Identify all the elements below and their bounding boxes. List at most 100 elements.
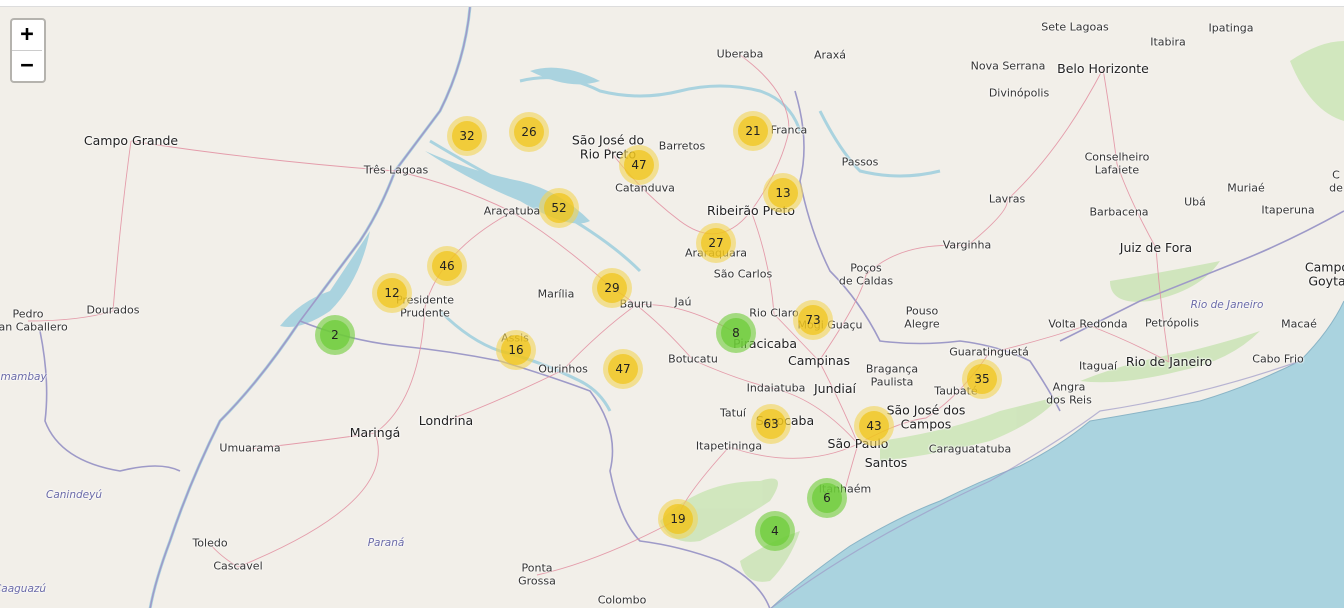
marker-cluster[interactable]: 6 xyxy=(807,478,847,518)
city-label: Sete Lagoas xyxy=(1041,20,1109,34)
city-label: Tatuí xyxy=(720,406,746,420)
cluster-count: 29 xyxy=(597,273,627,303)
city-label: Itaperuna xyxy=(1261,203,1315,217)
cluster-count: 27 xyxy=(701,228,731,258)
cluster-count: 4 xyxy=(760,516,790,546)
city-label: Petrópolis xyxy=(1145,316,1199,330)
cluster-count: 13 xyxy=(768,178,798,208)
city-label: Araxá xyxy=(813,48,847,62)
marker-cluster[interactable]: 2 xyxy=(315,315,355,355)
city-label: Angra dos Reis xyxy=(1046,380,1092,406)
region-label: Rio de Janeiro xyxy=(1190,298,1264,311)
city-label: Uberaba xyxy=(716,47,764,61)
cluster-count: 8 xyxy=(721,318,751,348)
cluster-count: 47 xyxy=(608,354,638,384)
map-container[interactable]: Campo Grande Três Lagoas PedroJuan Caballe… xyxy=(0,6,1344,608)
cluster-count: 32 xyxy=(452,121,482,151)
marker-cluster[interactable]: 27 xyxy=(696,223,736,263)
cluster-count: 26 xyxy=(514,117,544,147)
marker-cluster[interactable]: 21 xyxy=(733,111,773,151)
city-label: Rio Claro xyxy=(749,306,799,320)
city-label: Rio de Janeiro xyxy=(1125,353,1213,369)
marker-cluster[interactable]: 73 xyxy=(793,300,833,340)
region-label: Canindeyú xyxy=(46,488,102,501)
cluster-count: 73 xyxy=(798,305,828,335)
city-label: Nova Serrana xyxy=(970,59,1046,73)
city-label: Ubá xyxy=(1184,195,1206,209)
city-label: Caraguatatuba xyxy=(928,442,1012,456)
cluster-count: 12 xyxy=(377,278,407,308)
city-label: Bragança Paulista xyxy=(865,362,919,388)
city-label: Juiz de Fora xyxy=(1119,239,1193,255)
marker-cluster[interactable]: 47 xyxy=(603,349,643,389)
city-label: Divinópolis xyxy=(988,86,1050,100)
city-label: CampoGoyta xyxy=(1304,259,1344,289)
zoom-out-button[interactable]: − xyxy=(12,50,42,81)
marker-cluster[interactable]: 13 xyxy=(763,173,803,213)
cluster-count: 43 xyxy=(859,411,889,441)
marker-cluster[interactable]: 43 xyxy=(854,406,894,446)
city-label: Macaé xyxy=(1281,317,1317,331)
marker-cluster[interactable]: 12 xyxy=(372,273,412,313)
city-label: Passos xyxy=(841,155,879,169)
city-label: Barretos xyxy=(658,139,706,153)
cluster-count: 19 xyxy=(663,504,693,534)
city-label: Franca xyxy=(770,123,808,137)
marker-cluster[interactable]: 46 xyxy=(427,246,467,286)
marker-cluster[interactable]: 4 xyxy=(755,511,795,551)
city-label: Londrina xyxy=(418,412,474,428)
city-label: Cabo Frio xyxy=(1252,352,1304,366)
marker-cluster[interactable]: 19 xyxy=(658,499,698,539)
city-label: São Carlos xyxy=(713,267,773,281)
city-label: Dourados xyxy=(86,303,140,317)
cluster-count: 47 xyxy=(624,150,654,180)
city-label: Catanduva xyxy=(615,181,675,195)
city-label: Itapetininga xyxy=(695,439,763,453)
cluster-count: 46 xyxy=(432,251,462,281)
city-label: Marília xyxy=(537,287,575,301)
city-label: Campinas xyxy=(787,352,851,368)
city-label: Varginha xyxy=(942,238,992,252)
marker-cluster[interactable]: 35 xyxy=(962,359,1002,399)
region-label: Amambay xyxy=(0,370,47,383)
cluster-count: 63 xyxy=(756,409,786,439)
city-label: Itaguaí xyxy=(1078,359,1118,373)
ocean xyxy=(771,301,1344,608)
city-label: Poços de Caldas xyxy=(838,261,894,287)
city-label: Três Lagoas xyxy=(363,163,429,177)
marker-cluster[interactable]: 8 xyxy=(716,313,756,353)
marker-cluster[interactable]: 52 xyxy=(539,188,579,228)
cluster-count: 21 xyxy=(738,116,768,146)
marker-cluster[interactable]: 32 xyxy=(447,116,487,156)
city-label: Lavras xyxy=(988,192,1026,206)
city-label: Campo Grande xyxy=(83,132,179,148)
cluster-count: 35 xyxy=(967,364,997,394)
city-label: Toledo xyxy=(192,536,228,550)
city-label: Araçatuba xyxy=(483,204,541,218)
region-label: Caaguazú xyxy=(0,582,47,595)
region-label: Paraná xyxy=(367,536,405,549)
cluster-count: 52 xyxy=(544,193,574,223)
city-label: São José dos Campos xyxy=(886,402,966,432)
city-label: Belo Horizonte xyxy=(1057,60,1149,76)
city-label: Jaú xyxy=(674,295,692,309)
marker-cluster[interactable]: 47 xyxy=(619,145,659,185)
city-label: Cde xyxy=(1329,168,1343,194)
city-label: Santos xyxy=(864,454,908,470)
city-label: Conselheiro Lafaiete xyxy=(1084,150,1150,176)
cluster-count: 6 xyxy=(812,483,842,513)
marker-cluster[interactable]: 63 xyxy=(751,404,791,444)
city-label: Umuarama xyxy=(219,441,281,455)
city-label: Ipatinga xyxy=(1208,21,1254,35)
cluster-count: 2 xyxy=(320,320,350,350)
marker-cluster[interactable]: 29 xyxy=(592,268,632,308)
city-label: PedroJuan Caballero xyxy=(0,307,68,333)
marker-cluster[interactable]: 16 xyxy=(496,330,536,370)
zoom-control: + − xyxy=(10,18,46,83)
city-label: Pouso Alegre xyxy=(904,304,940,330)
marker-cluster[interactable]: 26 xyxy=(509,112,549,152)
city-label: Botucatu xyxy=(668,352,718,366)
zoom-in-button[interactable]: + xyxy=(12,20,42,50)
city-label: Guaratinguetá xyxy=(949,345,1029,359)
city-label: Ourinhos xyxy=(538,362,588,376)
